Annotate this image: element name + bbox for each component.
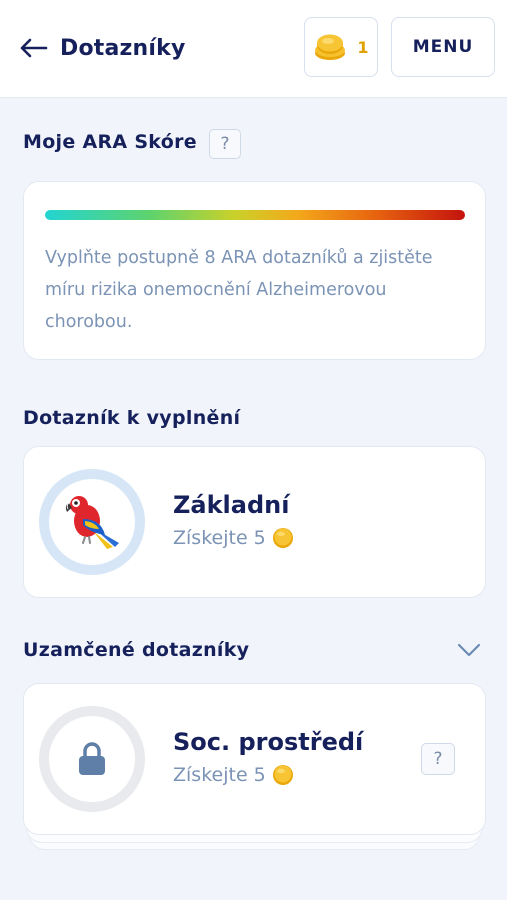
coin-stack-icon <box>315 34 346 60</box>
questionnaire-title: Soc. prostředí <box>173 728 364 756</box>
score-description: Vyplňte postupně 8 ARA dotazníků a zjist… <box>45 248 433 332</box>
coin-icon <box>272 765 293 785</box>
score-help-button[interactable]: ? <box>209 129 241 159</box>
arrow-left-icon <box>20 38 48 58</box>
locked-help-button[interactable]: ? <box>421 743 455 775</box>
lock-icon <box>79 742 105 775</box>
chevron-down-icon <box>457 643 481 657</box>
back-button[interactable]: Dotazníky <box>20 30 186 66</box>
questionnaire-reward: Získejte 5 <box>173 527 294 549</box>
top-bar: Dotazníky 1 MENU <box>0 0 507 98</box>
questionnaire-reward: Získejte 5 <box>173 764 294 786</box>
coin-icon <box>272 528 293 548</box>
score-heading: Moje ARA Skóre <box>23 131 197 153</box>
score-card: Vyplňte postupně 8 ARA dotazníků a zjist… <box>23 181 486 360</box>
page-title: Dotazníky <box>60 35 186 61</box>
questionnaire-card-basic[interactable]: Základní Získejte 5 <box>23 446 486 598</box>
menu-button[interactable]: MENU <box>391 17 495 77</box>
locked-heading: Uzamčené dotazníky <box>23 639 250 661</box>
collapse-toggle[interactable] <box>456 641 482 659</box>
questionnaire-card-social[interactable]: Soc. prostředí Získejte 5 ? <box>23 683 486 835</box>
reward-text: Získejte 5 <box>173 764 266 786</box>
coins-button[interactable]: 1 <box>304 17 378 77</box>
coin-count: 1 <box>357 37 369 57</box>
parrot-icon <box>65 496 119 549</box>
reward-text: Získejte 5 <box>173 527 266 549</box>
risk-gradient-bar <box>45 210 465 220</box>
questionnaire-title: Základní <box>173 491 290 519</box>
questionnaire-avatar <box>39 469 145 575</box>
questionnaire-avatar-locked <box>39 706 145 812</box>
to-fill-heading: Dotazník k vyplnění <box>23 407 241 429</box>
